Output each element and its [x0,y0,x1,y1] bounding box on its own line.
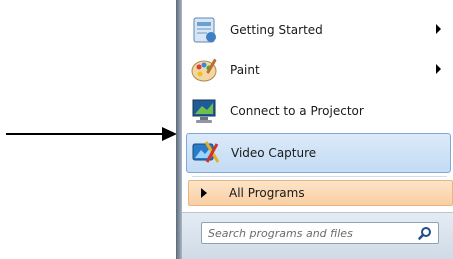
menu-divider [192,176,447,177]
all-programs-arrow-icon [201,188,207,198]
menu-item-label: Getting Started [230,23,323,37]
menu-item-label: Paint [230,63,260,77]
annotation-arrow-line [6,133,170,135]
search-box[interactable] [201,222,439,244]
all-programs-button[interactable]: All Programs [188,180,453,206]
menu-item-video-capture[interactable]: Video Capture [186,133,451,173]
submenu-arrow-icon [436,64,441,74]
getting-started-icon [188,13,222,47]
all-programs-label: All Programs [229,186,305,200]
menu-item-label: Video Capture [231,146,317,160]
paint-palette-icon [188,53,222,87]
menu-item-paint[interactable]: Paint [186,50,453,90]
menu-item-label: Connect to a Projector [230,104,364,118]
menu-item-getting-started[interactable]: Getting Started [186,10,453,50]
video-capture-icon [189,136,223,170]
search-input[interactable] [208,224,408,242]
screenshot-stage: Getting Started Paint Connect to a Proje… [0,0,453,259]
projector-icon [188,94,222,128]
submenu-arrow-icon [436,24,441,34]
search-icon[interactable] [416,225,434,241]
annotation-arrow-head [162,127,177,141]
menu-item-connect-to-a-projector[interactable]: Connect to a Projector [186,91,453,131]
